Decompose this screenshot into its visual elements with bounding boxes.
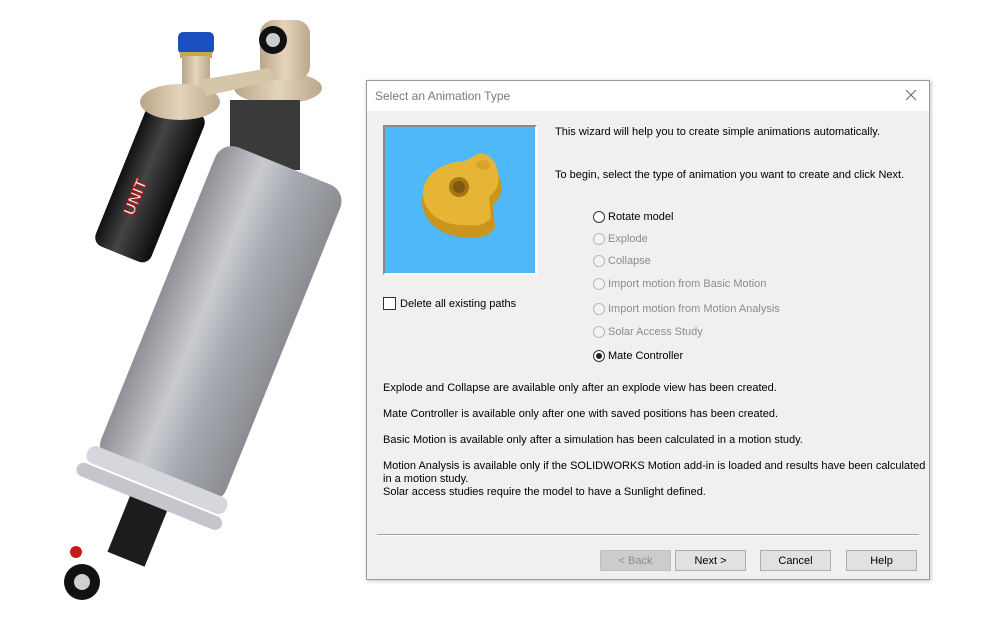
shock-absorber-image: UNIT xyxy=(64,20,342,600)
radio-rotate-model[interactable]: Rotate model xyxy=(593,211,673,223)
radio-label: Import motion from Basic Motion xyxy=(608,278,767,290)
radio-circle xyxy=(593,255,605,267)
radio-import-motion-analysis: Import motion from Motion Analysis xyxy=(593,303,780,315)
note-solar: Solar access studies require the model t… xyxy=(383,486,706,498)
radio-mate-controller[interactable]: Mate Controller xyxy=(593,350,683,362)
radio-label: Explode xyxy=(608,233,648,245)
radio-label: Solar Access Study xyxy=(608,326,703,338)
back-button: < Back xyxy=(600,550,671,571)
radio-solar-access-study: Solar Access Study xyxy=(593,326,703,338)
select-animation-type-dialog: Select an Animation Type This wizard wil… xyxy=(366,80,930,580)
radio-circle-selected[interactable] xyxy=(593,350,605,362)
note-explode: Explode and Collapse are available only … xyxy=(383,382,777,394)
next-button[interactable]: Next > xyxy=(675,550,746,571)
help-button[interactable]: Help xyxy=(846,550,917,571)
radio-circle xyxy=(593,326,605,338)
delete-paths-checkbox[interactable]: Delete all existing paths xyxy=(383,297,516,310)
dialog-titlebar: Select an Animation Type xyxy=(367,81,929,111)
radio-label: Rotate model xyxy=(608,211,674,223)
radio-circle xyxy=(593,303,605,315)
radio-label: Mate Controller xyxy=(608,350,684,362)
radio-dot xyxy=(596,353,602,359)
note-basic-motion: Basic Motion is available only after a s… xyxy=(383,434,803,446)
button-separator xyxy=(377,534,919,536)
instruction-text: To begin, select the type of animation y… xyxy=(555,169,905,181)
radio-circle[interactable] xyxy=(593,211,605,223)
radio-label: Collapse xyxy=(608,255,651,267)
dialog-title: Select an Animation Type xyxy=(375,89,511,103)
note-motion-analysis-line1: Motion Analysis is available only if the… xyxy=(383,460,926,472)
animation-preview-image xyxy=(383,125,537,275)
radio-circle xyxy=(593,233,605,245)
delete-paths-label: Delete all existing paths xyxy=(400,297,517,310)
radio-circle xyxy=(593,278,605,290)
part-preview-icon xyxy=(421,153,502,238)
radio-import-basic-motion: Import motion from Basic Motion xyxy=(593,278,766,290)
intro-text: This wizard will help you to create simp… xyxy=(555,126,881,138)
cancel-button[interactable]: Cancel xyxy=(760,550,831,571)
checkbox-box[interactable] xyxy=(383,297,396,310)
close-icon[interactable] xyxy=(903,87,919,103)
radio-label: Import motion from Motion Analysis xyxy=(608,303,780,315)
radio-explode: Explode xyxy=(593,233,648,245)
note-mate-controller: Mate Controller is available only after … xyxy=(383,408,779,420)
radio-collapse: Collapse xyxy=(593,255,651,267)
note-motion-analysis-line2: in a motion study. xyxy=(383,473,469,485)
